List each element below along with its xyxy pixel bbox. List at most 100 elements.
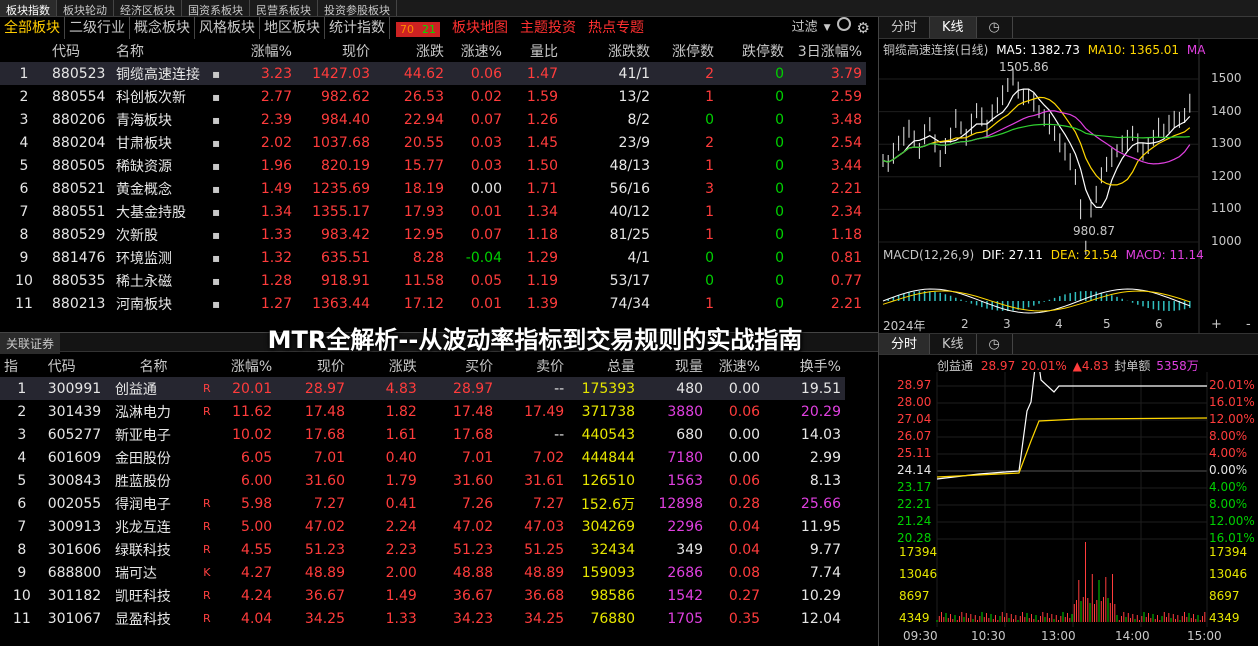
axis-tick: 26.07 xyxy=(897,429,932,443)
table-row[interactable]: 11 301067 显盈科技 R 4.04 34.25 1.33 34.23 34.25 7688… xyxy=(0,607,845,630)
table-row[interactable]: 1 880523 铜缆高速连接 ▪ 3.23 1427.03 44.62 0.06 1.47 41… xyxy=(0,62,866,85)
stock-head-12[interactable]: 换手% xyxy=(764,354,845,377)
section-tab-2[interactable]: 概念板块 xyxy=(130,17,195,39)
table-row[interactable]: 7 880551 大基金持股 ▪ 1.34 1355.17 17.93 0.01 1.34 40/… xyxy=(0,200,866,223)
macd-value-label: MACD: 11.14 xyxy=(1125,248,1204,262)
sector-head-6[interactable]: 涨速% xyxy=(448,39,506,62)
section-tab-3[interactable]: 风格板块 xyxy=(195,17,260,39)
table-row[interactable]: 5 880505 稀缺资源 ▪ 1.96 820.19 15.77 0.03 1.50 48/13… xyxy=(0,154,866,177)
top-tab-0[interactable]: 板块指数 xyxy=(0,0,57,17)
axis-tick: 8697 xyxy=(1209,589,1240,603)
section-tab-4[interactable]: 地区板块 xyxy=(260,17,325,39)
stock-head-6[interactable]: 涨跌 xyxy=(349,354,421,377)
red-tab-1[interactable]: 主题投资 xyxy=(514,17,582,39)
search-icon[interactable] xyxy=(836,17,851,39)
section-tab-5[interactable]: 统计指数 xyxy=(325,17,390,39)
table-row[interactable]: 6 002055 得润电子 R 5.98 7.27 0.41 7.26 7.27 152.6万 12… xyxy=(0,492,845,515)
stock-cell: 32434 xyxy=(590,541,636,558)
filter-button[interactable]: 过滤 xyxy=(792,17,818,39)
table-row[interactable]: 8 301606 绿联科技 R 4.55 51.23 2.23 51.23 51.25 32434… xyxy=(0,538,845,561)
table-row[interactable]: 2 880554 科创板次新 ▪ 2.77 982.62 26.53 0.02 1.59 13/2… xyxy=(0,85,866,108)
stock-cell: 7 xyxy=(17,518,27,535)
axis-tick: 8697 xyxy=(899,589,930,603)
sector-head-3[interactable]: 涨幅% xyxy=(230,39,296,62)
table-row[interactable]: 2 301439 泓淋电力 R 11.62 17.48 1.82 17.48 17.49 3717… xyxy=(0,400,845,423)
stock-head-1[interactable]: 代码 xyxy=(44,354,111,377)
zoom-out-button[interactable]: - xyxy=(1246,317,1251,332)
red-tab-0[interactable]: 板块地图 xyxy=(446,17,514,39)
sector-cell: 2 xyxy=(654,62,718,85)
table-row[interactable]: 9 881476 环境监测 ▪ 1.32 635.51 8.28 -0.04 1.29 4/1 0 0… xyxy=(0,246,866,269)
stock-cell: 680 xyxy=(676,426,704,443)
sector-cell: 1.18 xyxy=(526,226,558,243)
table-row[interactable]: 1 300991 创益通 R 20.01 28.97 4.83 28.97 -- 175393 48… xyxy=(0,377,845,400)
top-tab-1[interactable]: 板块轮动 xyxy=(57,0,114,17)
stock-head-3[interactable] xyxy=(196,354,217,377)
stock-head-2[interactable]: 名称 xyxy=(111,354,196,377)
stock-cell: 28.97 xyxy=(276,377,350,400)
table-row[interactable]: 11 880213 河南板块 ▪ 1.27 1363.44 17.12 0.01 1.39 74/… xyxy=(0,292,866,315)
table-row[interactable]: 4 601609 金田股份 6.05 7.01 0.40 7.01 7.02 444844 718… xyxy=(0,446,845,469)
stock-head-11[interactable]: 涨速% xyxy=(707,354,764,377)
sector-cell: 1037.68 xyxy=(312,134,370,151)
table-row[interactable]: 3 605277 新亚电子 10.02 17.68 1.61 17.68 -- 440543 68… xyxy=(0,423,845,446)
table-row[interactable]: 4 880204 甘肃板块 ▪ 2.02 1037.68 20.55 0.03 1.45 23/9… xyxy=(0,131,866,154)
table-row[interactable]: 10 301182 凯旺科技 R 4.24 36.67 1.49 36.67 36.68 9858… xyxy=(0,584,845,607)
sector-head-10[interactable]: 跌停数 xyxy=(718,39,788,62)
filter-dropdown-icon[interactable]: ▼ xyxy=(824,17,831,39)
sector-cell: 4/1 xyxy=(627,249,650,266)
ma20-label: MA xyxy=(1186,43,1206,57)
sector-cell: 0 xyxy=(775,272,784,289)
stock-head-8[interactable]: 卖价 xyxy=(497,354,568,377)
section-tab-0[interactable]: 全部板块 xyxy=(0,17,65,39)
stock-head-0[interactable]: 指 xyxy=(0,354,44,377)
stock-cell: 304269 xyxy=(581,518,636,535)
stock-head-7[interactable]: 买价 xyxy=(421,354,497,377)
zoom-in-button[interactable]: + xyxy=(1211,317,1222,332)
sector-head-7[interactable]: 量比 xyxy=(506,39,562,62)
sector-head-4[interactable]: 现价 xyxy=(296,39,374,62)
stock-head-10[interactable]: 现量 xyxy=(639,354,707,377)
sector-table-header: 代码 名称 涨幅% 现价 涨跌 涨速% 量比 涨跌数 涨停数 跌停数 3日涨幅% xyxy=(0,39,866,62)
tab-intraday[interactable]: 分时 xyxy=(879,17,931,38)
sector-cell: 1 xyxy=(705,295,714,312)
table-row[interactable]: 3 880206 青海板块 ▪ 2.39 984.40 22.94 0.07 1.26 8/2 0 0… xyxy=(0,108,866,131)
table-row[interactable]: 9 688800 瑞可达 K 4.27 48.89 2.00 48.88 48.89 159093… xyxy=(0,561,845,584)
sector-head-8[interactable]: 涨跌数 xyxy=(562,39,654,62)
sector-head-9[interactable]: 涨停数 xyxy=(654,39,718,62)
top-tab-5[interactable]: 投资参股板块 xyxy=(318,0,397,17)
stock-head-4[interactable]: 涨幅% xyxy=(217,354,276,377)
table-row[interactable]: 7 300913 兆龙互连 R 5.00 47.02 2.24 47.02 47.03 30426… xyxy=(0,515,845,538)
tab-kline[interactable]: K线 xyxy=(930,17,977,38)
red-tab-2[interactable]: 热点专题 xyxy=(582,17,650,39)
tab-intraday-lower[interactable]: 分时 xyxy=(879,334,931,354)
top-tab-3[interactable]: 国资系板块 xyxy=(182,0,250,17)
sector-head-2[interactable] xyxy=(208,39,230,62)
sector-head-11[interactable]: 3日涨幅% xyxy=(788,39,866,62)
sector-cell: 1 xyxy=(705,226,714,243)
stock-head-9[interactable]: 总量 xyxy=(568,354,639,377)
sector-cell: 984.40 xyxy=(321,111,370,128)
history-icon-lower[interactable]: ◷ xyxy=(977,334,1013,354)
stock-cell: 126510 xyxy=(581,472,636,489)
axis-tick: 1300 xyxy=(1211,136,1242,151)
table-row[interactable]: 10 880535 稀土永磁 ▪ 1.28 918.91 11.58 0.05 1.19 53/1… xyxy=(0,269,866,292)
stock-cell: 31.61 xyxy=(524,472,565,489)
sector-head-1[interactable]: 名称 xyxy=(112,39,208,62)
gear-icon[interactable]: ⚙ xyxy=(857,17,870,39)
intraday-price: 28.97 xyxy=(980,359,1016,373)
sector-head-0[interactable]: 代码 xyxy=(48,39,112,62)
macd-dea-line xyxy=(882,290,1190,312)
section-tab-1[interactable]: 二级行业 xyxy=(65,17,130,39)
sector-head-5[interactable]: 涨跌 xyxy=(374,39,448,62)
stock-head-5[interactable]: 现价 xyxy=(276,354,349,377)
top-tab-2[interactable]: 经济区板块 xyxy=(114,0,182,17)
stock-cell: 0.41 xyxy=(385,495,417,512)
history-icon[interactable]: ◷ xyxy=(977,17,1013,38)
top-tab-4[interactable]: 民营系板块 xyxy=(250,0,318,17)
axis-tick: 3 xyxy=(1003,317,1011,331)
tab-kline-lower[interactable]: K线 xyxy=(930,334,977,354)
table-row[interactable]: 5 300843 胜蓝股份 6.00 31.60 1.79 31.60 31.61 126510… xyxy=(0,469,845,492)
table-row[interactable]: 8 880529 次新股 ▪ 1.33 983.42 12.95 0.07 1.18 81/25 1… xyxy=(0,223,866,246)
table-row[interactable]: 6 880521 黄金概念 ▪ 1.49 1235.69 18.19 0.00 1.71 56/1… xyxy=(0,177,866,200)
